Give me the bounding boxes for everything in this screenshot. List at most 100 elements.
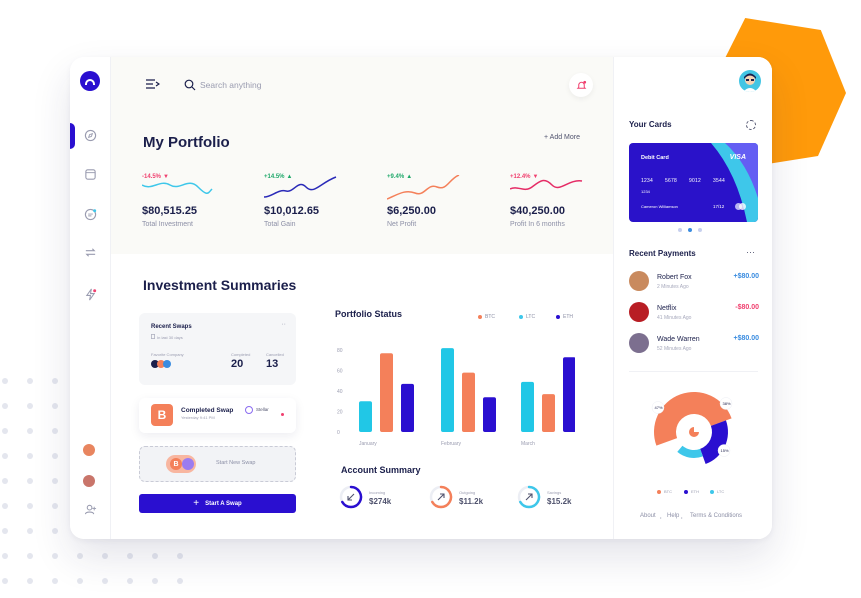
decorative-dot (52, 478, 58, 484)
account-summary-amount: $11.2k (459, 497, 484, 506)
stat-label: Profit In 6 months (510, 221, 565, 228)
card-pager-dot-active[interactable] (688, 228, 692, 232)
app-logo[interactable] (80, 71, 100, 91)
sidebar (70, 57, 111, 539)
card-number-group: 1234 (641, 178, 653, 184)
decorative-dot (52, 503, 58, 509)
decorative-dot (27, 478, 33, 484)
y-tick-label: 60 (337, 369, 343, 375)
wallet-icon[interactable] (84, 168, 97, 181)
add-card-icon[interactable] (746, 120, 756, 130)
legend-label: ETH (691, 489, 699, 494)
account-summary-item[interactable]: Savings $15.2k (517, 485, 597, 515)
stage: My Portfolio + Add More -14.5%▼$80,515.2… (0, 0, 861, 598)
card-pager-dot[interactable] (698, 228, 702, 232)
dashboard-window: My Portfolio + Add More -14.5%▼$80,515.2… (70, 57, 772, 539)
decorative-dot (2, 453, 8, 459)
notifications-button[interactable] (569, 73, 593, 97)
donut-legend-item[interactable]: LTC (710, 489, 724, 494)
portfolio-stat[interactable]: +12.4% ▼ $40,250.00 Profit In 6 months (510, 165, 620, 235)
search-input[interactable] (200, 77, 400, 93)
decorative-dot (52, 553, 58, 559)
add-user-icon[interactable] (84, 503, 97, 516)
menu-toggle-icon[interactable] (146, 79, 160, 89)
portfolio-stat[interactable]: -14.5% ▼ $80,515.25 Total Investment (142, 165, 252, 235)
decorative-dot (2, 478, 8, 484)
bar-ltc (359, 401, 372, 432)
user-avatar[interactable] (739, 70, 761, 92)
account-summary-title: Account Summary (341, 465, 421, 475)
more-options-icon[interactable]: ·· (281, 321, 286, 328)
more-options-icon[interactable]: ··· (746, 247, 755, 257)
payment-time: 52 Minutes Ago (657, 346, 692, 352)
svg-text:15%: 15% (721, 448, 729, 453)
lightning-icon[interactable] (84, 288, 97, 301)
bar-ltc (441, 348, 454, 432)
bar-btc (462, 372, 475, 432)
active-nav-indicator (70, 123, 75, 149)
payment-row[interactable]: Netflix 41 Minutes Ago -$80.00 (629, 302, 759, 326)
stat-label: Total Investment (142, 221, 193, 228)
decorative-dot (102, 553, 108, 559)
help-link[interactable]: Help (667, 513, 679, 519)
start-swap-button[interactable]: + Start A Swap (139, 494, 296, 513)
payment-time: 41 Minutes Ago (657, 315, 692, 321)
donut-percent-label: 15% (717, 444, 731, 457)
separator: • (681, 515, 683, 520)
payment-row[interactable]: Wade Warren 52 Minutes Ago +$80.00 (629, 333, 759, 357)
favorite-company-icons (151, 360, 171, 368)
portfolio-status-chart: 0 20 40 60 80 January February March (337, 348, 575, 447)
about-link[interactable]: About (640, 513, 656, 519)
card-subtitle: In last 30 days (157, 335, 183, 340)
contact-avatar[interactable] (83, 444, 95, 456)
stat-label: Net Profit (387, 221, 417, 228)
payment-amount: +$80.00 (733, 273, 760, 280)
account-summary-item[interactable]: Incoming $274k (339, 485, 419, 515)
compass-icon[interactable] (84, 129, 97, 142)
chat-icon[interactable] (84, 208, 97, 221)
legend-label: LTC (717, 489, 725, 494)
portfolio-stat[interactable]: +9.4% ▲ $6,250.00 Net Profit (387, 165, 497, 235)
x-tick-label: February (441, 441, 462, 447)
decorative-dot (27, 428, 33, 434)
swap-icon[interactable] (84, 246, 97, 259)
y-tick-label: 40 (337, 389, 343, 395)
donut-legend-item[interactable]: BTC (657, 489, 672, 494)
status-dot (281, 413, 284, 416)
bar-eth (401, 383, 414, 432)
decorative-dot (177, 553, 183, 559)
button-label: Start A Swap (205, 500, 242, 507)
arrow-down-left-icon (339, 485, 363, 509)
decorative-dot (2, 578, 8, 584)
bar-btc (542, 394, 555, 432)
add-more-link[interactable]: + Add More (544, 134, 580, 141)
card-holder: Cameron Williamson (641, 204, 678, 209)
donut-legend-item[interactable]: ETH (684, 489, 699, 494)
bitcoin-icon: B (170, 458, 182, 470)
completed-label: Completed (231, 352, 251, 357)
stellar-icon (245, 406, 253, 414)
payment-row[interactable]: Robert Fox 2 Minutes Ago +$80.00 (629, 271, 759, 295)
payer-name: Wade Warren (657, 336, 700, 343)
card-expiry: 17/12 (713, 204, 725, 209)
visa-logo: VISA (729, 154, 746, 161)
legend-label: BTC (664, 489, 672, 494)
card-type: Debit Card (641, 155, 669, 161)
contact-avatar[interactable] (83, 475, 95, 487)
sparkline (142, 182, 213, 194)
terms-link[interactable]: Terms & Conditions (690, 513, 742, 519)
card-pager-dot[interactable] (678, 228, 682, 232)
account-summary-label: Savings (547, 490, 562, 495)
portfolio-stat[interactable]: +14.5% ▲ $10,012.65 Total Gain (264, 165, 374, 235)
debit-card[interactable]: Debit Card VISA 1234 5678 9012 3544 1234… (629, 143, 758, 222)
account-summary-item[interactable]: Outgoing $11.2k (429, 485, 509, 515)
completed-swap-card[interactable]: B Completed Swap Yesterday 9:41 PM Stell… (139, 398, 296, 433)
start-new-swap-card[interactable]: B Start New Swap (139, 446, 296, 482)
payment-amount: +$80.00 (733, 335, 760, 342)
decorative-dot (52, 453, 58, 459)
payer-avatar (629, 333, 649, 353)
account-summary-label: Outgoing (459, 490, 476, 495)
allocation-donut-chart: 47% 38% 15% (651, 392, 733, 464)
decorative-dot (52, 428, 58, 434)
bitcoin-icon: B (151, 404, 173, 426)
